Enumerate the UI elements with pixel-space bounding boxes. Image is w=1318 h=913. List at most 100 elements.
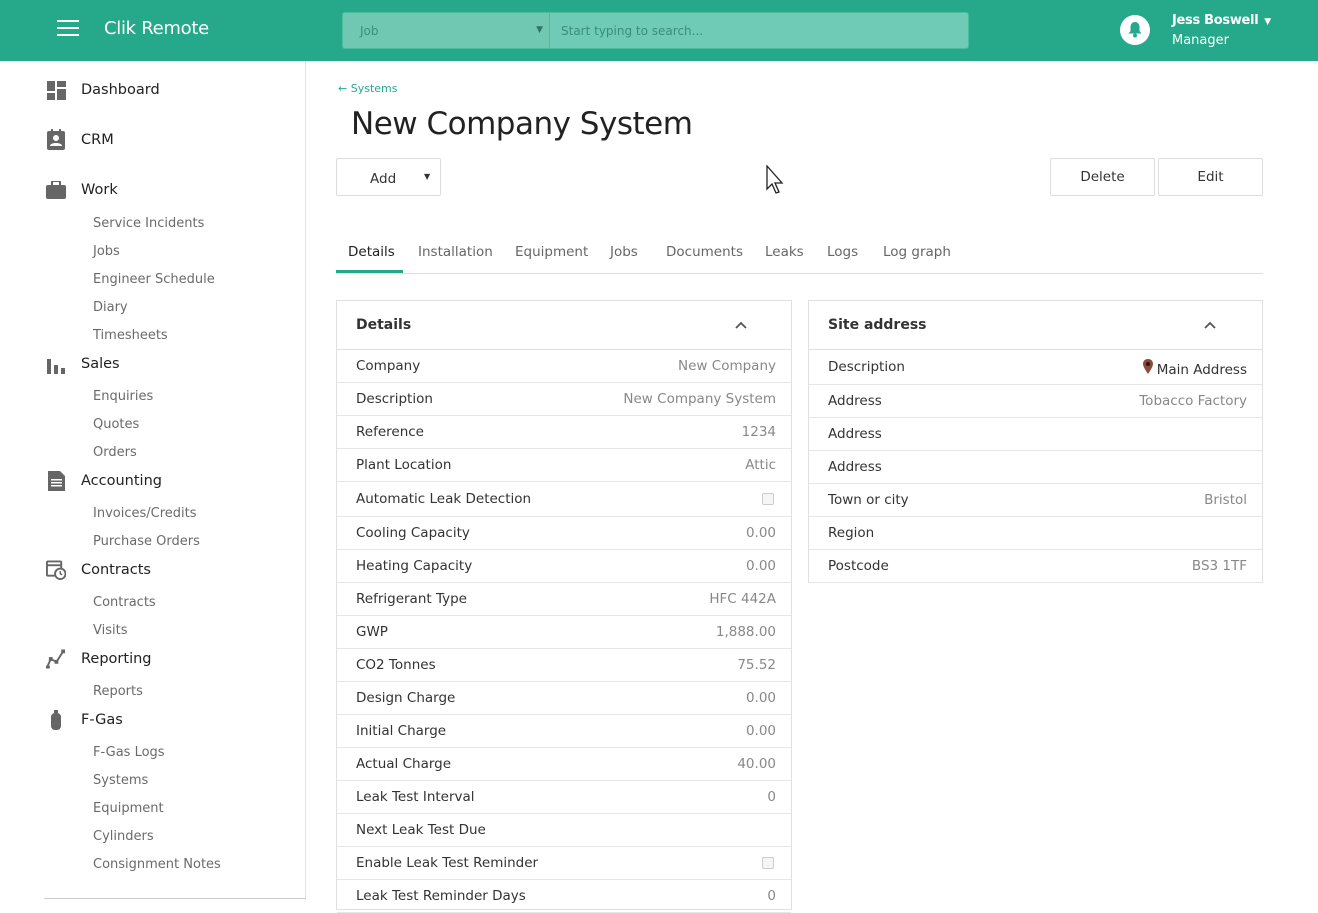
checkbox[interactable] (762, 493, 774, 505)
sidebar-subitem[interactable]: Reports (93, 684, 143, 699)
field-label: Heating Capacity (356, 558, 473, 574)
sidebar-subitem[interactable]: Contracts (93, 595, 156, 610)
detail-row: CO2 Tonnes 75.52 (337, 649, 791, 682)
tab-logs[interactable]: Logs (827, 244, 858, 260)
field-label: Cooling Capacity (356, 525, 470, 541)
details-card: Details Company New Company Description New… (336, 300, 792, 913)
active-tab-indicator (336, 270, 403, 273)
edit-button[interactable]: Edit (1158, 158, 1263, 196)
field-value: Attic (745, 457, 776, 473)
add-button-label: Add (370, 171, 397, 187)
sidebar-item-accounting[interactable]: Accounting (46, 471, 162, 491)
arrow-left-icon: ← (338, 82, 351, 95)
sidebar-subitem[interactable]: Purchase Orders (93, 534, 200, 549)
sidebar-item-sales[interactable]: Sales (46, 354, 120, 374)
tab-installation[interactable]: Installation (418, 244, 493, 260)
sidebar-item-crm[interactable]: CRM (46, 129, 114, 150)
caret-down-icon: ▼ (1261, 17, 1271, 27)
user-menu[interactable]: Jess Boswell ▼ (1172, 13, 1271, 28)
sidebar-item-label: Contracts (81, 562, 151, 578)
tab-documents[interactable]: Documents (666, 244, 743, 260)
search-input[interactable]: Start typing to search... (550, 13, 968, 48)
sidebar-subitem[interactable]: F-Gas Logs (93, 745, 165, 760)
detail-row: Reference 1234 (337, 416, 791, 449)
user-role: Manager (1172, 33, 1229, 48)
gas-cylinder-icon (46, 710, 66, 730)
sidebar-subitem[interactable]: Equipment (93, 801, 164, 816)
sidebar-item-dashboard[interactable]: Dashboard (46, 80, 160, 100)
field-label: Town or city (828, 492, 909, 508)
card-title: Site address (828, 317, 927, 333)
details-card-header[interactable]: Details (337, 301, 791, 350)
detail-row: Leak Test Reminder Days 0 (337, 880, 791, 913)
detail-row: Automatic Leak Detection (337, 482, 791, 517)
field-label: Description (356, 391, 433, 407)
field-label: Description (828, 359, 905, 375)
breadcrumb-back-link[interactable]: ← Systems (338, 82, 397, 95)
add-dropdown-button[interactable]: Add ▼ (336, 158, 441, 196)
sidebar-subitem[interactable]: Diary (93, 300, 128, 315)
field-value: 0 (767, 789, 776, 805)
sidebar-subitem[interactable]: Enquiries (93, 389, 153, 404)
field-label: Design Charge (356, 690, 456, 706)
detail-row: Address (809, 451, 1262, 484)
sidebar-item-f-gas[interactable]: F-Gas (46, 710, 123, 730)
sidebar-item-label: F-Gas (81, 712, 123, 728)
sidebar-subitem[interactable]: Timesheets (93, 328, 168, 343)
sidebar-subitem[interactable]: Engineer Schedule (93, 272, 215, 287)
field-label: Postcode (828, 558, 889, 574)
app-name[interactable]: Clik Remote (104, 18, 209, 39)
search-placeholder: Start typing to search... (561, 23, 704, 38)
field-value: 0.00 (745, 558, 776, 574)
sidebar-subitem[interactable]: Cylinders (93, 829, 154, 844)
chevron-up-icon[interactable] (735, 321, 747, 329)
tab-leaks[interactable]: Leaks (765, 244, 804, 260)
field-value: 40.00 (737, 756, 776, 772)
site-address-card: Site address Description Main Address Addr… (808, 300, 1263, 583)
detail-row: Town or city Bristol (809, 484, 1262, 517)
sidebar-subitem[interactable]: Visits (93, 623, 127, 638)
caret-down-icon: ▼ (536, 25, 543, 35)
site-address-rows: Description Main Address Address Tobacco Fa… (809, 350, 1262, 583)
field-value: New Company (678, 358, 776, 374)
sidebar-item-label: Accounting (81, 473, 162, 489)
field-value: 0 (767, 888, 776, 904)
tab-equipment[interactable]: Equipment (515, 244, 588, 260)
field-label: CO2 Tonnes (356, 657, 436, 673)
delete-button[interactable]: Delete (1050, 158, 1155, 196)
sidebar-subitem[interactable]: Invoices/Credits (93, 506, 197, 521)
sidebar-subitem[interactable]: Quotes (93, 417, 139, 432)
global-search: Job ▼ Start typing to search... (342, 12, 969, 49)
sidebar-subitem[interactable]: Systems (93, 773, 148, 788)
field-value: Main Address (1142, 359, 1247, 378)
field-label: Company (356, 358, 421, 374)
sidebar-item-contracts[interactable]: Contracts (46, 560, 151, 580)
sidebar-item-reporting[interactable]: Reporting (46, 649, 152, 669)
field-value: 1,888.00 (715, 624, 776, 640)
field-label: Leak Test Interval (356, 789, 475, 805)
sidebar-item-work[interactable]: Work (46, 180, 118, 200)
detail-row: Description New Company System (337, 383, 791, 416)
sidebar-subitem[interactable]: Consignment Notes (93, 857, 221, 872)
checkbox[interactable] (762, 857, 774, 869)
field-value: HFC 442A (709, 591, 776, 607)
search-category-select[interactable]: Job ▼ (343, 13, 550, 48)
detail-row: Design Charge 0.00 (337, 682, 791, 715)
chevron-up-icon[interactable] (1204, 321, 1216, 329)
tab-jobs[interactable]: Jobs (610, 244, 638, 260)
tab-details[interactable]: Details (348, 244, 395, 260)
contact-card-icon (46, 129, 66, 150)
notifications-button[interactable] (1120, 15, 1150, 45)
sidebar-subitem[interactable]: Service Incidents (93, 216, 204, 231)
sidebar-subitem[interactable]: Jobs (93, 244, 120, 259)
detail-row: Enable Leak Test Reminder (337, 847, 791, 880)
sidebar-subitem[interactable]: Orders (93, 445, 137, 460)
field-value: 1234 (741, 424, 776, 440)
page-title: New Company System (351, 106, 693, 142)
site-address-card-header[interactable]: Site address (809, 301, 1262, 350)
sidebar-divider (44, 898, 306, 899)
user-name: Jess Boswell (1172, 13, 1259, 28)
tab-log-graph[interactable]: Log graph (883, 244, 951, 260)
bar-chart-icon (46, 354, 66, 374)
menu-icon[interactable] (57, 20, 79, 38)
